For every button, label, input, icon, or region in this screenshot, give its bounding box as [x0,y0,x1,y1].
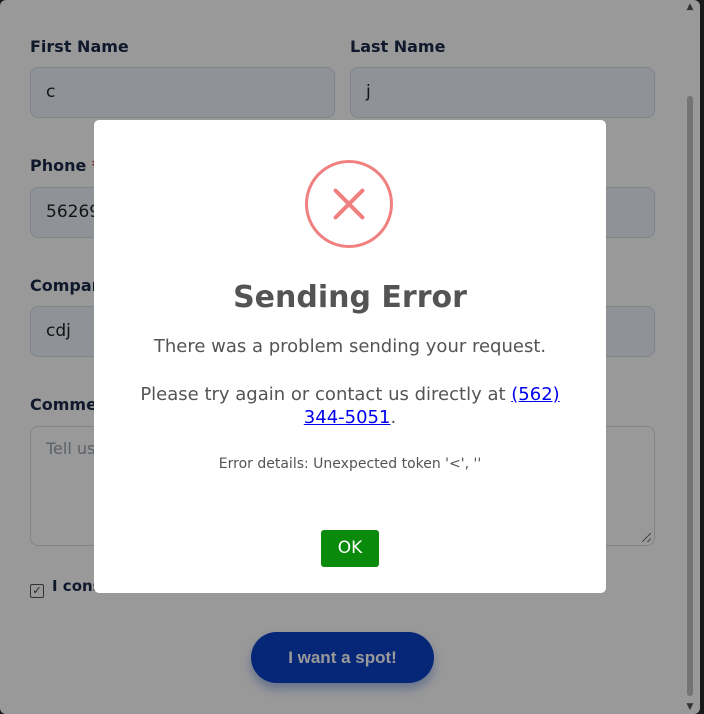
error-details: Error details: Unexpected token '<', '' [218,456,482,472]
dialog-message: There was a problem sending your request… [153,336,547,357]
x-circle-icon [305,160,393,248]
error-dialog: Sending Error There was a problem sendin… [94,120,606,593]
ok-button[interactable]: OK [321,530,379,567]
contact-suffix: . [390,407,397,428]
dialog-title: Sending Error [233,280,467,315]
contact-prefix: Please try again or contact us directly … [140,384,512,405]
dialog-contact-text: Please try again or contact us directly … [122,383,578,429]
